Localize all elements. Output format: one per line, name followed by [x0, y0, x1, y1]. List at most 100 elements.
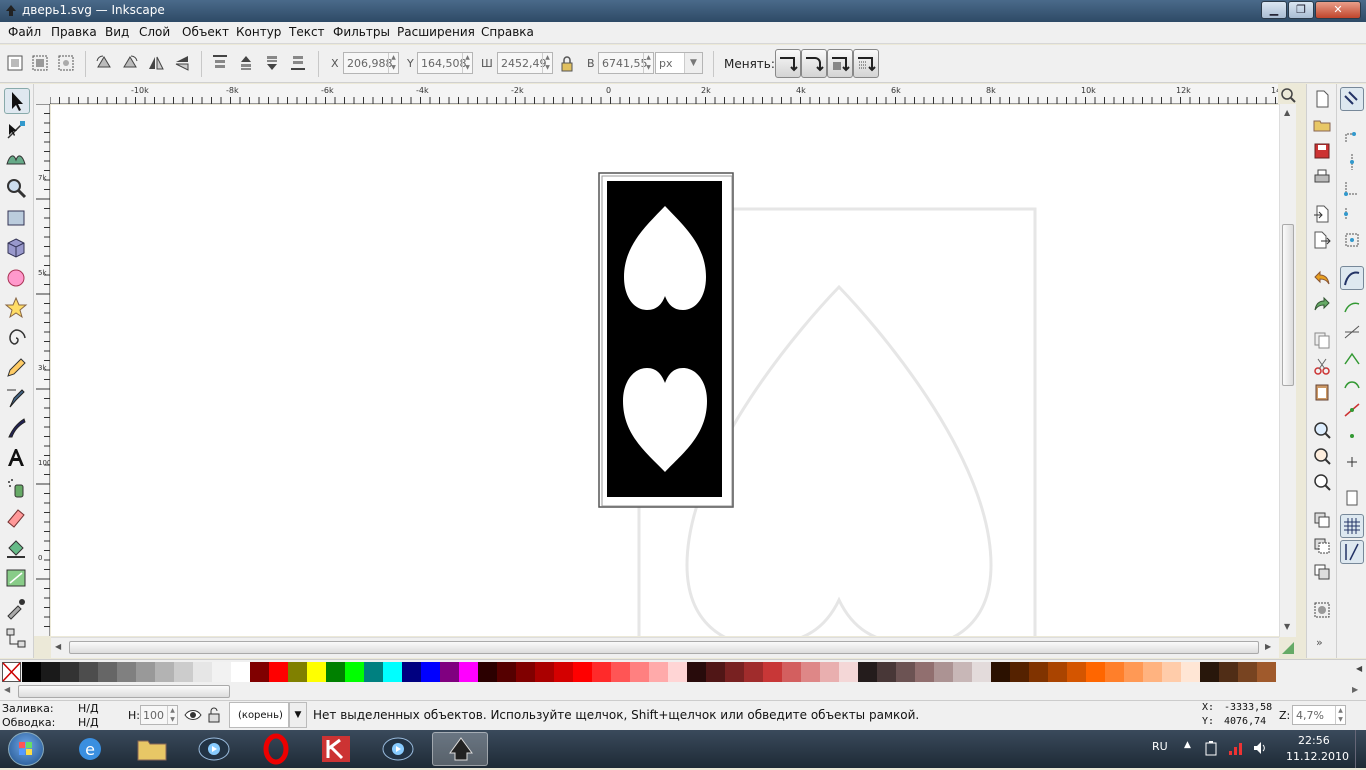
eye-visibility-icon[interactable]: [184, 707, 202, 723]
3d-box-tool[interactable]: [4, 236, 30, 262]
color-swatch[interactable]: [1219, 662, 1238, 682]
clock-time[interactable]: 22:56: [1298, 734, 1330, 747]
palette-scroll-right-icon[interactable]: ▶: [1352, 685, 1358, 694]
color-swatch[interactable]: [592, 662, 611, 682]
snap-paths-icon[interactable]: [1342, 296, 1362, 316]
selector-tool[interactable]: [4, 88, 30, 114]
minimize-button[interactable]: ▁: [1261, 1, 1287, 19]
color-swatch[interactable]: [573, 662, 592, 682]
color-swatch[interactable]: [1067, 662, 1086, 682]
fill-value[interactable]: Н/Д: [78, 702, 99, 715]
color-swatch[interactable]: [212, 662, 231, 682]
color-swatch[interactable]: [877, 662, 896, 682]
taskbar-internet-explorer[interactable]: e: [62, 732, 118, 766]
clone-icon[interactable]: [1312, 536, 1332, 556]
lower-to-bottom-icon[interactable]: [288, 53, 308, 73]
snap-object-midpoints-icon[interactable]: [1342, 426, 1362, 446]
opacity-input[interactable]: 100 ▲ ▼: [140, 705, 178, 725]
snap-page-border-icon[interactable]: [1342, 488, 1362, 508]
lower-icon[interactable]: [262, 53, 282, 73]
horizontal-scrollbar[interactable]: ◀ ▶: [51, 637, 1279, 658]
palette-scrollbar[interactable]: ◀ ▶: [0, 683, 1366, 701]
unlink-clone-icon[interactable]: [1312, 562, 1332, 582]
clock-date[interactable]: 11.12.2010: [1286, 750, 1349, 763]
menu-edit[interactable]: Правка: [51, 25, 97, 39]
show-desktop-button[interactable]: [1355, 730, 1366, 768]
width-input[interactable]: 2452,49 ▲ ▼: [497, 52, 553, 74]
group-icon[interactable]: [1312, 600, 1332, 620]
color-swatch[interactable]: [915, 662, 934, 682]
taskbar-explorer[interactable]: [124, 732, 180, 766]
color-swatch[interactable]: [535, 662, 554, 682]
drawing-canvas[interactable]: [51, 105, 1279, 636]
opacity-spin-arrows[interactable]: ▲ ▼: [167, 706, 177, 724]
color-swatch[interactable]: [364, 662, 383, 682]
volume-icon[interactable]: [1252, 740, 1268, 756]
close-button[interactable]: ✕: [1315, 1, 1361, 19]
layer-select[interactable]: (корень): [229, 702, 289, 728]
rotate-ccw-icon[interactable]: [94, 53, 114, 73]
scale-radii-toggle[interactable]: [801, 49, 827, 78]
snap-guides-toggle[interactable]: [1340, 540, 1364, 564]
new-document-icon[interactable]: [1312, 89, 1332, 109]
zoom-page-icon[interactable]: [1312, 472, 1332, 492]
zoom-corner-icon[interactable]: [1280, 87, 1296, 103]
pen-tool[interactable]: [4, 386, 30, 412]
color-swatch[interactable]: [136, 662, 155, 682]
color-swatch[interactable]: [250, 662, 269, 682]
color-swatch[interactable]: [630, 662, 649, 682]
layer-lock-icon[interactable]: [207, 707, 221, 723]
height-spin-arrows[interactable]: ▲ ▼: [643, 53, 653, 73]
snap-line-midpoints-icon[interactable]: [1342, 400, 1362, 420]
rotate-cw-icon[interactable]: [120, 53, 140, 73]
horizontal-ruler[interactable]: -10k -8k -6k -4k -2k 0 2k 4k 6k 8k 10k 12k 14k: [49, 84, 1286, 104]
palette-scroll-thumb[interactable]: [18, 685, 230, 698]
zoom-selection-icon[interactable]: [1312, 420, 1332, 440]
color-swatch[interactable]: [1124, 662, 1143, 682]
node-tool[interactable]: [4, 118, 30, 144]
taskbar-media-center[interactable]: [370, 732, 426, 766]
open-folder-icon[interactable]: [1312, 115, 1332, 135]
menu-path[interactable]: Контур: [236, 25, 281, 39]
color-swatch[interactable]: [934, 662, 953, 682]
color-swatch[interactable]: [706, 662, 725, 682]
snap-intersections-icon[interactable]: [1342, 322, 1362, 342]
snap-cusp-nodes-icon[interactable]: [1342, 348, 1362, 368]
snap-rotation-center-icon[interactable]: [1342, 452, 1362, 472]
color-swatch[interactable]: [1029, 662, 1048, 682]
eraser-tool[interactable]: [4, 506, 30, 532]
layer-dropdown-icon[interactable]: ▼: [289, 702, 307, 728]
color-swatch[interactable]: [1105, 662, 1124, 682]
color-swatch[interactable]: [782, 662, 801, 682]
start-button[interactable]: [8, 732, 44, 766]
color-swatch[interactable]: [41, 662, 60, 682]
width-spin-arrows[interactable]: ▲ ▼: [542, 53, 552, 73]
raise-to-top-icon[interactable]: [210, 53, 230, 73]
zoom-drawing-icon[interactable]: [1312, 446, 1332, 466]
menu-help[interactable]: Справка: [481, 25, 534, 39]
snap-nodes-toggle[interactable]: [1340, 266, 1364, 290]
dropper-tool[interactable]: [4, 596, 30, 622]
color-swatch[interactable]: [516, 662, 535, 682]
gradient-tool[interactable]: [4, 566, 30, 592]
color-swatch[interactable]: [649, 662, 668, 682]
flip-horizontal-icon[interactable]: [146, 53, 166, 73]
color-swatch[interactable]: [98, 662, 117, 682]
taskbar-opera[interactable]: [248, 732, 304, 766]
snap-bbox-corner-icon[interactable]: [1342, 178, 1362, 198]
vertical-ruler[interactable]: 7k5k3k1000010002000: [34, 103, 56, 752]
color-swatch[interactable]: [459, 662, 478, 682]
duplicate-icon[interactable]: [1312, 510, 1332, 530]
horizontal-scroll-thumb[interactable]: [69, 641, 1259, 654]
lock-icon[interactable]: [557, 54, 577, 74]
language-indicator[interactable]: RU: [1152, 740, 1168, 753]
text-tool[interactable]: [4, 446, 30, 472]
spiral-tool[interactable]: [4, 326, 30, 352]
color-swatch[interactable]: [174, 662, 193, 682]
scroll-left-icon[interactable]: ◀: [55, 642, 61, 651]
color-swatch[interactable]: [1200, 662, 1219, 682]
raise-icon[interactable]: [236, 53, 256, 73]
color-swatch[interactable]: [117, 662, 136, 682]
palette-scroll-left-icon[interactable]: ◀: [4, 685, 10, 694]
menu-file[interactable]: Файл: [8, 25, 41, 39]
